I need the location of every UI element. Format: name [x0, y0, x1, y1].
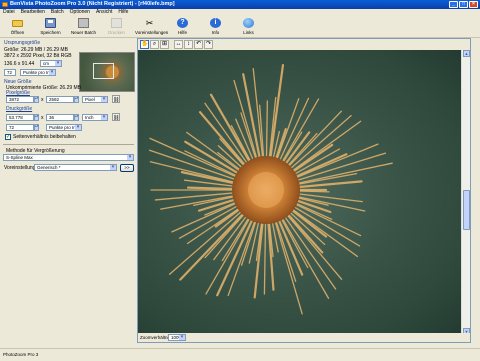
keep-ratio-label: Seitenverhältnis beibehalten — [13, 134, 76, 140]
keep-ratio-checkbox[interactable]: ✓ — [5, 134, 11, 140]
open-button[interactable]: Öffnen — [3, 16, 32, 38]
resolution-field[interactable]: 72 — [6, 124, 34, 131]
printer-icon — [111, 18, 122, 28]
method-dropdown[interactable]: S-Spline Max — [3, 154, 134, 161]
links-label: Links — [243, 30, 254, 35]
new-batch-button[interactable]: Neuer Batch — [69, 16, 98, 38]
height-pixels-field[interactable]: 2592 — [46, 96, 74, 103]
print-button[interactable]: Drucken — [102, 16, 131, 38]
original-size-heading: Ursprungsgröße — [4, 40, 41, 46]
spine — [267, 64, 285, 172]
info-icon: i — [210, 18, 221, 28]
print-label: Drucken — [108, 30, 125, 35]
help-icon: ? — [177, 18, 188, 28]
presets-button[interactable]: ✂ Voreinstellungen — [135, 16, 169, 38]
help-label: Hilfe — [177, 30, 187, 35]
original-resolution-field[interactable]: 72 — [4, 69, 16, 76]
zoom-dropdown[interactable]: 100% — [168, 334, 186, 341]
cactus-photo — [148, 64, 393, 315]
fit-width-icon[interactable]: ↔ — [174, 40, 183, 49]
save-label: Speichern — [40, 30, 61, 35]
window-title: BenVista PhotoZoom Pro 3.0 (Nicht Regist… — [10, 1, 175, 7]
print-unit-dropdown[interactable]: Inch — [82, 114, 108, 121]
preview-image[interactable] — [138, 50, 462, 335]
presets-dropdown[interactable]: Generisch * — [34, 164, 117, 171]
print-size-heading: Druckgröße — [6, 106, 33, 112]
original-print-size: 136.6 x 91.44 — [4, 61, 35, 67]
minimize-button[interactable]: _ — [449, 1, 458, 8]
save-button[interactable]: Speichern — [36, 16, 65, 38]
folder-open-icon — [12, 20, 23, 27]
navigator-viewport-frame[interactable] — [93, 63, 114, 79]
print-width-field[interactable]: 53.778 — [6, 114, 34, 121]
original-dimensions: 3872 x 2592 Pixel, 32 Bit RGB — [4, 53, 72, 59]
rotate-right-icon[interactable]: ↷ — [204, 40, 213, 49]
crop-tool-icon[interactable]: ⊞ — [160, 40, 169, 49]
print-height-spinner[interactable]: ▴▾ — [74, 114, 79, 121]
info-label: Info — [211, 30, 220, 35]
width-pixels-field[interactable]: 3872 — [6, 96, 34, 103]
menu-hilfe[interactable]: Hilfe — [118, 9, 128, 16]
zoom-bar: Zoomverhältnis: 100% — [138, 333, 470, 342]
menu-bearbeiten[interactable]: Bearbeiten — [21, 9, 45, 16]
status-text: PhotoZoom Pro 3 — [3, 352, 39, 357]
more-options-button[interactable]: >> — [120, 164, 134, 172]
globe-icon — [243, 18, 254, 28]
chain-lock-icon[interactable]: ⛓ — [112, 95, 120, 103]
settings-panel: Ursprungsgröße Größe: 26.29 MB / 26.29 M… — [0, 38, 137, 343]
app-icon — [2, 2, 8, 7]
print-height-field[interactable]: 36 — [46, 114, 74, 121]
navigator-thumbnail[interactable] — [79, 52, 135, 92]
maximize-button[interactable]: □ — [459, 1, 468, 8]
pixel-unit-dropdown[interactable]: Pixel — [82, 96, 108, 103]
close-button[interactable]: × — [469, 1, 478, 8]
new-batch-label: Neuer Batch — [70, 30, 96, 35]
menu-bar: Datei Bearbeiten Batch Optionen Ansicht … — [0, 9, 480, 16]
fit-height-icon[interactable]: ↕ — [184, 40, 193, 49]
vertical-scrollbar[interactable]: ▲ ▼ — [461, 50, 470, 335]
menu-datei[interactable]: Datei — [3, 9, 15, 16]
view-toolbar: ✋ ⌕ ⊞ ↔ ↕ ↶ ↷ — [138, 39, 470, 50]
times-label: x — [41, 97, 44, 103]
menu-batch[interactable]: Batch — [51, 9, 64, 16]
height-pixels-spinner[interactable]: ▴▾ — [74, 96, 79, 103]
times-label-print: x — [41, 115, 44, 121]
original-print-unit-dropdown[interactable]: cm — [40, 60, 62, 67]
zoom-tool-icon[interactable]: ⌕ — [150, 40, 159, 49]
spine — [168, 202, 252, 275]
info-button[interactable]: i Info — [201, 16, 230, 38]
chain-lock-print-icon[interactable]: ⛓ — [112, 113, 120, 121]
print-width-spinner[interactable]: ▴▾ — [34, 114, 39, 121]
menu-optionen[interactable]: Optionen — [70, 9, 90, 16]
hand-tool-icon[interactable]: ✋ — [140, 40, 149, 49]
floppy-disk-icon — [45, 18, 56, 28]
help-button[interactable]: ? Hilfe — [168, 16, 197, 38]
image-viewer: ✋ ⌕ ⊞ ↔ ↕ ↶ ↷ ▲ ▼ Zoomverhältnis: 100% ▾ — [137, 38, 471, 343]
batch-icon — [78, 18, 89, 28]
section-divider — [3, 144, 134, 145]
menu-ansicht[interactable]: Ansicht — [96, 9, 112, 16]
tools-icon: ✂ — [145, 18, 154, 28]
scroll-up-arrow[interactable]: ▲ — [463, 50, 470, 57]
spine — [284, 152, 387, 185]
width-pixels-spinner[interactable]: ▴▾ — [34, 96, 39, 103]
scroll-thumb[interactable] — [463, 190, 470, 230]
spine — [148, 149, 248, 185]
status-bar: PhotoZoom Pro 3 — [0, 348, 480, 360]
original-resolution-unit-dropdown[interactable]: Punkte pro Inch — [20, 69, 56, 76]
open-label: Öffnen — [10, 30, 25, 35]
main-toolbar: Öffnen Speichern Neuer Batch Drucken ✂ V… — [0, 16, 480, 38]
links-button[interactable]: Links — [234, 16, 263, 38]
rotate-left-icon[interactable]: ↶ — [194, 40, 203, 49]
title-bar[interactable]: BenVista PhotoZoom Pro 3.0 (Nicht Regist… — [0, 0, 480, 9]
resolution-spinner[interactable]: ▴▾ — [34, 124, 39, 131]
presets-label: Voreinstellungen — [135, 30, 169, 35]
resolution-unit-dropdown[interactable]: Punkte pro Inch — [46, 124, 82, 131]
